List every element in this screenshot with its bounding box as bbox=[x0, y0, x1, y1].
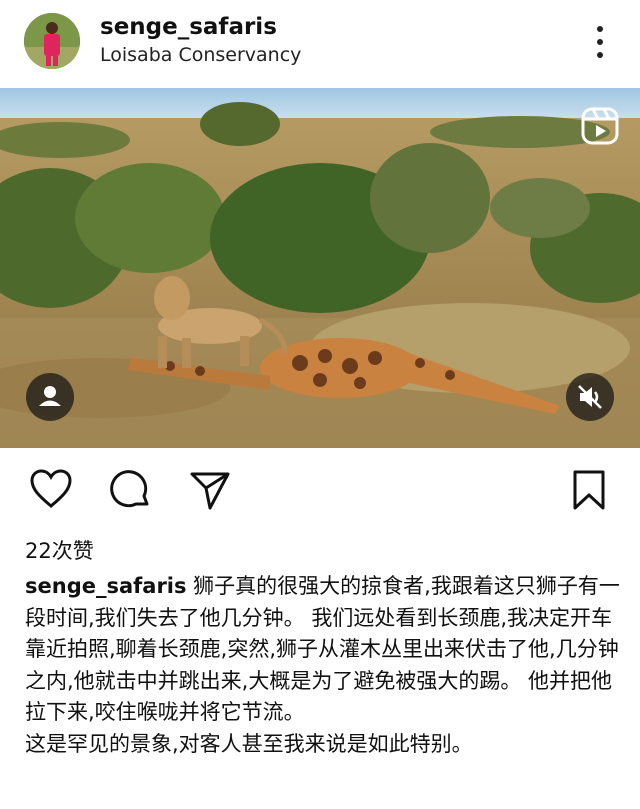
post-caption: senge_safaris 狮子真的很强大的掠食者,我跟着这只狮子有一段时间,我… bbox=[25, 571, 625, 760]
comment-bubble-icon[interactable] bbox=[108, 468, 152, 516]
caption-text-line: 这是罕见的景象,对客人甚至我来说是如此特别。 bbox=[25, 731, 473, 756]
post-video[interactable] bbox=[0, 88, 640, 448]
post-username[interactable]: senge_safaris bbox=[100, 14, 277, 40]
avatar[interactable] bbox=[24, 13, 80, 69]
post-header: senge_safaris Loisaba Conservancy bbox=[0, 0, 640, 88]
heart-icon[interactable] bbox=[29, 468, 73, 514]
send-icon[interactable] bbox=[188, 468, 232, 516]
post-location[interactable]: Loisaba Conservancy bbox=[100, 44, 301, 66]
user-tag-icon[interactable] bbox=[26, 373, 74, 421]
likes-count[interactable]: 22次赞 bbox=[25, 535, 94, 565]
volume-muted-icon[interactable] bbox=[566, 373, 614, 421]
bookmark-icon[interactable] bbox=[571, 468, 607, 516]
reels-icon bbox=[580, 106, 620, 150]
action-bar bbox=[0, 460, 640, 520]
more-vertical-icon[interactable] bbox=[586, 22, 614, 62]
caption-username[interactable]: senge_safaris bbox=[25, 574, 187, 598]
